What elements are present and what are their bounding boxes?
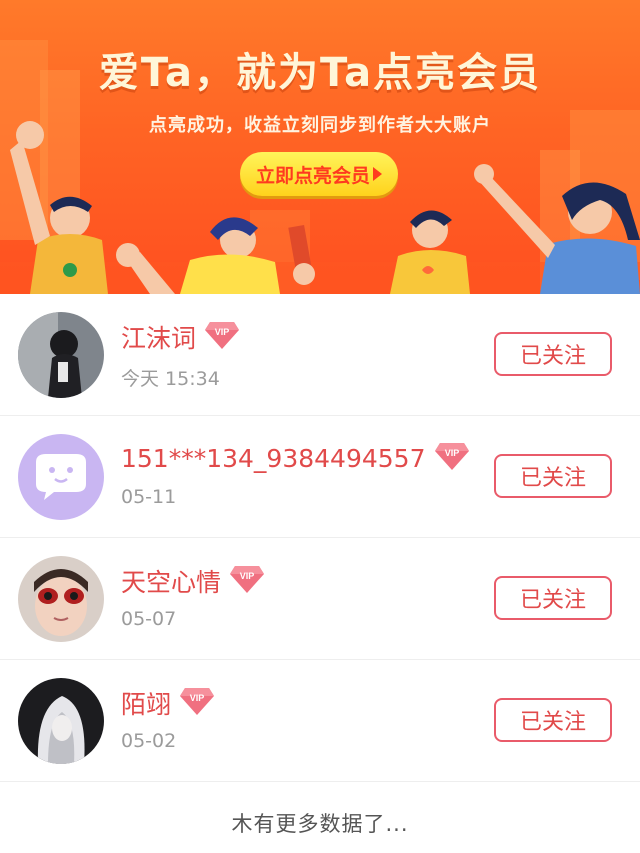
vip-badge-icon: VIP xyxy=(204,320,240,354)
avatar[interactable] xyxy=(18,434,104,520)
follow-date: 05-02 xyxy=(121,730,177,752)
followed-button[interactable]: 已关注 xyxy=(494,576,612,620)
vip-badge-icon: VIP xyxy=(179,686,215,720)
followed-button[interactable]: 已关注 xyxy=(494,454,612,498)
user-name[interactable]: 陌翊 xyxy=(121,685,171,721)
no-more-data-text: 木有更多数据了... xyxy=(231,812,409,836)
follow-date: 05-11 xyxy=(121,486,177,508)
follow-date: 05-07 xyxy=(121,608,177,630)
follow-date: 今天 15:34 xyxy=(121,368,220,390)
vip-badge-icon: VIP xyxy=(229,564,265,598)
avatar[interactable] xyxy=(18,678,104,764)
list-item[interactable]: 天空心情 VIP 05-07 已关注 xyxy=(0,538,640,660)
vip-badge-icon: VIP xyxy=(434,441,470,475)
followed-button[interactable]: 已关注 xyxy=(494,698,612,742)
svg-text:VIP: VIP xyxy=(190,693,205,703)
cta-label: 立即点亮会员 xyxy=(255,164,370,187)
user-name[interactable]: 天空心情 xyxy=(121,563,221,599)
avatar[interactable] xyxy=(18,312,104,398)
promo-banner[interactable]: 爱Ta，就为Ta点亮会员 点亮成功，收益立刻同步到作者大大账户 立即点亮会员 xyxy=(0,0,640,294)
svg-text:VIP: VIP xyxy=(215,327,230,337)
light-up-membership-button[interactable]: 立即点亮会员 xyxy=(240,152,398,196)
user-name[interactable]: 151***134_9384494557 xyxy=(121,444,426,473)
banner-title: 爱Ta，就为Ta点亮会员 xyxy=(98,50,542,96)
avatar[interactable] xyxy=(18,556,104,642)
list-item[interactable]: 陌翊 VIP 05-02 已关注 xyxy=(0,660,640,782)
svg-text:VIP: VIP xyxy=(444,448,459,458)
followed-button[interactable]: 已关注 xyxy=(494,332,612,376)
list-item[interactable]: 江沫词 VIP 今天 15:34 已关注 xyxy=(0,294,640,416)
list-item[interactable]: 151***134_9384494557 VIP 05-11 已关注 xyxy=(0,416,640,538)
play-arrow-icon xyxy=(373,167,382,181)
banner-subtitle: 点亮成功，收益立刻同步到作者大大账户 xyxy=(149,115,491,136)
svg-text:VIP: VIP xyxy=(240,571,255,581)
user-name[interactable]: 江沫词 xyxy=(121,319,196,355)
follower-list: 江沫词 VIP 今天 15:34 已关注 151***134_938449455… xyxy=(0,294,640,782)
